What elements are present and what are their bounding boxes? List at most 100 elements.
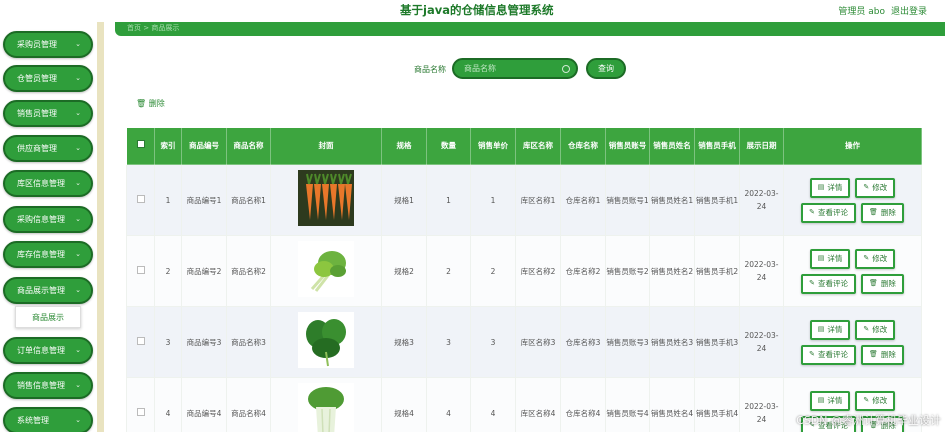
sidebar-item[interactable]: 订单信息管理 ⌄ [3, 337, 93, 364]
detail-button[interactable]: ▤ 详情 [809, 177, 851, 198]
app-title: 基于java的仓储信息管理系统 [400, 3, 554, 17]
edit-button[interactable]: ✎ 修改 [855, 319, 896, 340]
sidebar-item[interactable]: 仓管员管理 ⌄ [3, 65, 93, 92]
cell-date: 2022-03-24 [739, 377, 784, 432]
detail-label: 详情 [827, 325, 843, 334]
trash-icon: 🗑 [868, 279, 878, 287]
cell-price: 3 [470, 306, 516, 378]
sidebar-item[interactable]: 销售员管理 ⌄ [3, 100, 93, 127]
sidebar-item[interactable]: 库区信息管理 ⌄ [3, 170, 93, 197]
cover-cell [270, 235, 382, 307]
column-header: 销售员账号 [605, 127, 650, 165]
cell-acct: 销售员账号3 [605, 306, 650, 378]
clear-icon [562, 65, 570, 73]
delete-button[interactable]: 🗑 删除 [860, 202, 904, 223]
table-row[interactable]: 2 商品编号2 商品名称2 规格2 2 2 库区名称2 仓库名称2 销售员账号2 销售员姓名2 销售… [126, 235, 922, 307]
goods-table: 索引 商品编号 商品名称 封面 规格 数量 销售单价 库区名称 仓库名称 销售员账号 销售员姓名 销售… [126, 127, 922, 432]
view-reviews-button[interactable]: ✎ 查看评论 [801, 344, 856, 365]
row-checkbox[interactable] [136, 336, 145, 345]
reviews-label: 查看评论 [817, 350, 848, 359]
edit-label: 修改 [872, 396, 888, 405]
cell-seller: 销售员姓名2 [649, 235, 695, 307]
chevron-down-icon: ⌄ [75, 250, 81, 258]
ops-cell: ▤ 详情 ✎ 修改 ✎ 查看评论 🗑 删除 [783, 164, 922, 236]
chevron-down-icon: ⌄ [75, 144, 81, 152]
detail-button[interactable]: ▤ 详情 [809, 319, 851, 340]
row-select-cell[interactable] [126, 377, 155, 432]
detail-button[interactable]: ▤ 详情 [809, 390, 851, 411]
view-reviews-button[interactable]: ✎ 查看评论 [801, 273, 856, 294]
edit-label: 修改 [872, 325, 888, 334]
search-label: 商品名称 [414, 65, 446, 74]
cell-acct: 销售员账号1 [605, 164, 650, 236]
edit-button[interactable]: ✎ 修改 [855, 390, 896, 411]
cell-spec: 规格3 [381, 306, 427, 378]
chevron-down-icon: ⌄ [75, 286, 81, 294]
column-header: 数量 [426, 127, 471, 165]
table-row[interactable]: 3 商品编号3 商品名称3 规格3 3 3 库区名称3 仓库名称3 销售员账号3 销售员姓名3 销售… [126, 306, 922, 378]
view-reviews-button[interactable]: ✎ 查看评论 [801, 202, 856, 223]
cover-cell [270, 377, 382, 432]
edit-icon: ✎ [863, 325, 870, 333]
table-row[interactable]: 1 商品编号1 商品名称1 规格1 1 1 库区名称1 仓库名称1 销售员账号1 销售员姓名1 销售… [126, 164, 922, 236]
sidebar-item-label: 采购员管理 [17, 40, 57, 49]
detail-button[interactable]: ▤ 详情 [809, 248, 851, 269]
current-user: 管理员 abo [838, 7, 885, 17]
select-all-cell[interactable] [126, 127, 155, 165]
reviews-label: 查看评论 [817, 279, 848, 288]
row-select-cell[interactable] [126, 164, 155, 236]
sidebar-item[interactable]: 供应商管理 ⌄ [3, 135, 93, 162]
cell-spec: 规格2 [381, 235, 427, 307]
submenu-item-goods-display[interactable]: 商品展示 [15, 306, 81, 328]
sidebar-item-label: 订单信息管理 [17, 346, 65, 355]
bulk-delete-button[interactable]: 🗑 删除 [136, 98, 165, 109]
edit-button[interactable]: ✎ 修改 [855, 248, 896, 269]
cell-qty: 2 [426, 235, 471, 307]
cell-name: 商品名称2 [226, 235, 271, 307]
document-icon: ▤ [817, 254, 825, 262]
sidebar-item[interactable]: 商品展示管理 ⌄ [3, 277, 93, 304]
cell-area: 库区名称4 [515, 377, 561, 432]
trash-icon: 🗑 [136, 99, 147, 108]
sidebar-item-label: 销售员管理 [17, 109, 57, 118]
row-select-cell[interactable] [126, 306, 155, 378]
cell-store: 仓库名称4 [560, 377, 606, 432]
cell-phone: 销售员手机4 [694, 377, 740, 432]
column-header: 规格 [381, 127, 427, 165]
row-checkbox[interactable] [136, 194, 145, 203]
delete-button[interactable]: 🗑 删除 [860, 273, 904, 294]
sidebar-item[interactable]: 销售信息管理 ⌄ [3, 372, 93, 399]
cell-price: 2 [470, 235, 516, 307]
sidebar-item[interactable]: 采购信息管理 ⌄ [3, 206, 93, 233]
search-button[interactable]: 查询 [586, 58, 626, 79]
breadcrumb: 首页 > 商品展示 [127, 24, 180, 32]
chevron-down-icon: ⌄ [75, 416, 81, 424]
cell-store: 仓库名称3 [560, 306, 606, 378]
logout-link[interactable]: 退出登录 [891, 4, 927, 17]
edit-icon: ✎ [863, 183, 870, 191]
cell-spec: 规格4 [381, 377, 427, 432]
edit-button[interactable]: ✎ 修改 [855, 177, 896, 198]
sidebar-item[interactable]: 采购员管理 ⌄ [3, 31, 93, 58]
sidebar-item[interactable]: 库存信息管理 ⌄ [3, 241, 93, 268]
bulk-delete-label: 删除 [148, 99, 165, 108]
cell-acct: 销售员账号2 [605, 235, 650, 307]
ops-cell: ▤ 详情 ✎ 修改 ✎ 查看评论 🗑 删除 [783, 235, 922, 307]
edit-label: 修改 [872, 254, 888, 263]
chevron-down-icon: ⌄ [75, 346, 81, 354]
product-image [298, 241, 354, 297]
sidebar-item-label: 采购信息管理 [17, 215, 65, 224]
sidebar-item[interactable]: 系统管理 ⌄ [3, 407, 93, 432]
search-input[interactable]: 商品名称 [452, 58, 578, 79]
select-all-checkbox[interactable] [136, 140, 145, 148]
delete-button[interactable]: 🗑 删除 [860, 344, 904, 365]
cell-acct: 销售员账号4 [605, 377, 650, 432]
row-checkbox[interactable] [136, 265, 145, 274]
document-icon: ▤ [817, 183, 825, 191]
row-checkbox[interactable] [136, 407, 145, 416]
cover-cell [270, 306, 382, 378]
table-header-row: 索引 商品编号 商品名称 封面 规格 数量 销售单价 库区名称 仓库名称 销售员账号 销售员姓名 销售… [126, 127, 922, 165]
row-select-cell[interactable] [126, 235, 155, 307]
chevron-down-icon: ⌄ [75, 381, 81, 389]
cell-area: 库区名称2 [515, 235, 561, 307]
